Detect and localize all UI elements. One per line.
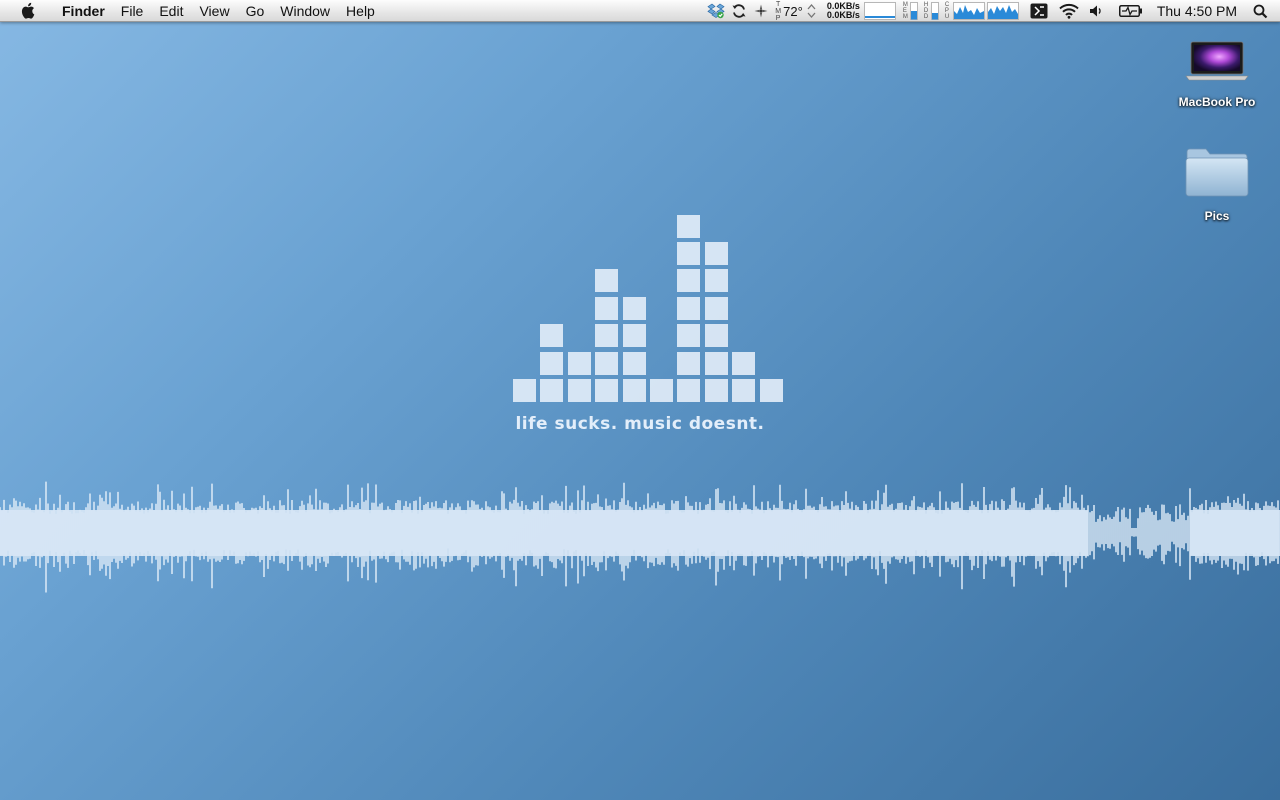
equalizer-block xyxy=(760,379,783,402)
equalizer-block xyxy=(732,352,755,375)
volume-menu-extra[interactable] xyxy=(1088,0,1104,22)
mem-label: MEM xyxy=(902,2,908,20)
menu-help[interactable]: Help xyxy=(338,0,383,22)
disk-menu-extra[interactable]: HDD xyxy=(924,0,939,22)
equalizer-block xyxy=(705,269,728,292)
disk-gauge-icon xyxy=(930,2,939,20)
hdd-label: HDD xyxy=(923,2,929,20)
sync-icon xyxy=(732,4,746,18)
desktop-icon-label: MacBook Pro xyxy=(1178,95,1256,109)
equalizer-block xyxy=(623,297,646,320)
equalizer-block xyxy=(677,297,700,320)
updown-arrows-icon xyxy=(807,4,816,18)
apple-icon xyxy=(21,2,34,19)
dropbox-menu-extra[interactable] xyxy=(707,0,725,22)
fan-menu-extra[interactable] xyxy=(753,0,769,22)
desktop-icon-pics[interactable]: Pics xyxy=(1167,146,1267,225)
memory-gauge-icon xyxy=(909,2,918,20)
wifi-menu-extra[interactable] xyxy=(1059,0,1079,22)
menu-window[interactable]: Window xyxy=(272,0,338,22)
equalizer-block xyxy=(677,242,700,265)
menu-clock[interactable]: Thu 4:50 PM xyxy=(1149,0,1247,22)
desktop-icon-macbook-pro[interactable]: MacBook Pro xyxy=(1167,38,1267,111)
net-down-rate: 0.0KB/s xyxy=(826,10,860,20)
waveform-core xyxy=(1190,510,1280,556)
equalizer-block xyxy=(623,352,646,375)
memory-menu-extra[interactable]: MEM xyxy=(903,0,918,22)
equalizer-block xyxy=(705,242,728,265)
search-icon xyxy=(1253,4,1268,18)
equalizer-block xyxy=(623,324,646,347)
equalizer-block xyxy=(540,379,563,402)
app-extra-icon xyxy=(1030,3,1048,19)
spotlight-menu-extra[interactable] xyxy=(1253,0,1268,22)
temperature-menu-extra[interactable]: TMP 72° xyxy=(775,0,816,22)
apple-menu[interactable] xyxy=(0,0,54,22)
folder-icon xyxy=(1185,148,1249,197)
volume-icon xyxy=(1089,5,1101,17)
desktop: Finder File Edit View Go Window Help TMP… xyxy=(0,0,1280,800)
laptop-icon xyxy=(1185,41,1249,81)
equalizer-block xyxy=(677,269,700,292)
equalizer-block xyxy=(595,297,618,320)
menu-app-finder[interactable]: Finder xyxy=(54,0,113,22)
equalizer-block xyxy=(705,324,728,347)
equalizer-block xyxy=(540,352,563,375)
temp-label: TMP xyxy=(775,0,782,22)
waveform-core xyxy=(0,510,1088,556)
network-graph xyxy=(863,2,896,20)
equalizer-block xyxy=(705,297,728,320)
equalizer-block xyxy=(595,352,618,375)
menu-view[interactable]: View xyxy=(191,0,237,22)
equalizer-block xyxy=(677,352,700,375)
equalizer-block xyxy=(595,324,618,347)
equalizer-block xyxy=(677,215,700,238)
equalizer-block xyxy=(540,324,563,347)
equalizer-block xyxy=(513,379,536,402)
menu-bar: Finder File Edit View Go Window Help TMP… xyxy=(0,0,1280,22)
cpu-label: CPU xyxy=(944,2,950,20)
battery-menu-extra[interactable] xyxy=(1118,0,1143,22)
battery-charging-icon xyxy=(1118,5,1142,17)
dropbox-icon xyxy=(707,3,725,19)
desktop-icon-label: Pics xyxy=(1204,209,1230,223)
cpu-graph-icon xyxy=(952,2,985,20)
equalizer-block xyxy=(595,269,618,292)
equalizer-block xyxy=(568,379,591,402)
menu-go[interactable]: Go xyxy=(238,0,273,22)
temperature-value: 72° xyxy=(783,3,803,19)
cpu-menu-extra[interactable]: CPU xyxy=(945,0,1019,22)
sync-menu-extra[interactable] xyxy=(731,0,747,22)
menu-edit[interactable]: Edit xyxy=(151,0,191,22)
menu-file[interactable]: File xyxy=(113,0,152,22)
wallpaper-tagline: life sucks. music doesnt. xyxy=(515,414,765,434)
app-menu-extra[interactable] xyxy=(1030,0,1048,22)
equalizer-block xyxy=(650,379,673,402)
fan-icon xyxy=(754,4,768,18)
equalizer-block xyxy=(705,352,728,375)
equalizer-block xyxy=(677,324,700,347)
equalizer-block xyxy=(568,352,591,375)
equalizer-block xyxy=(623,379,646,402)
audio-waveform-graphic xyxy=(0,481,1280,593)
cpu-graph-2-icon xyxy=(986,2,1019,20)
equalizer-block xyxy=(677,379,700,402)
network-menu-extra[interactable]: 0.0KB/s 0.0KB/s xyxy=(827,0,896,22)
equalizer-block xyxy=(732,379,755,402)
wifi-icon xyxy=(1059,3,1079,19)
equalizer-block xyxy=(705,379,728,402)
equalizer-block xyxy=(595,379,618,402)
